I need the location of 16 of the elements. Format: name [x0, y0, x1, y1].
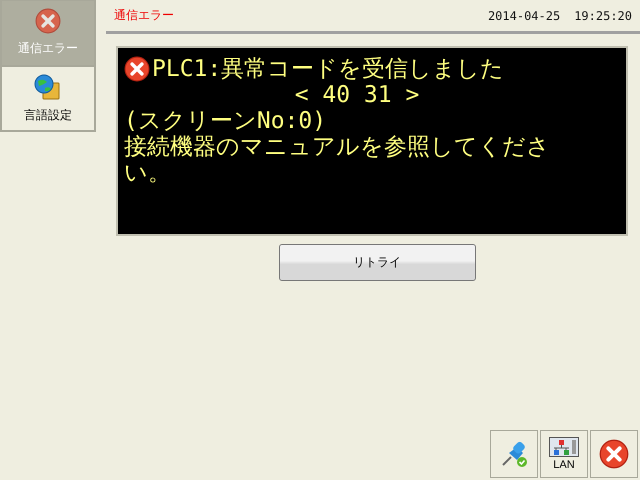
message-text: 接続機器のマニュアルを参照してください。 — [124, 134, 551, 186]
pin-button[interactable] — [490, 430, 538, 478]
message-text: < 40 31 > — [294, 82, 420, 108]
error-icon — [124, 56, 150, 82]
retry-button[interactable]: リトライ — [278, 244, 476, 281]
date-text: 2014-04-25 — [488, 8, 560, 22]
network-diagram-icon — [549, 437, 579, 457]
close-icon — [599, 439, 629, 469]
sidebar-item[interactable]: 言語設定 — [1, 66, 95, 131]
message-text: (スクリーンNo:0) — [124, 108, 326, 134]
screen-title: 通信エラー — [114, 7, 174, 24]
close-button[interactable] — [590, 430, 638, 478]
lan-button[interactable]: LAN — [540, 430, 588, 478]
time-text: 19:25:20 — [574, 8, 632, 22]
error-icon — [35, 8, 61, 34]
message-text: PLC1:異常コードを受信しました — [152, 56, 504, 82]
